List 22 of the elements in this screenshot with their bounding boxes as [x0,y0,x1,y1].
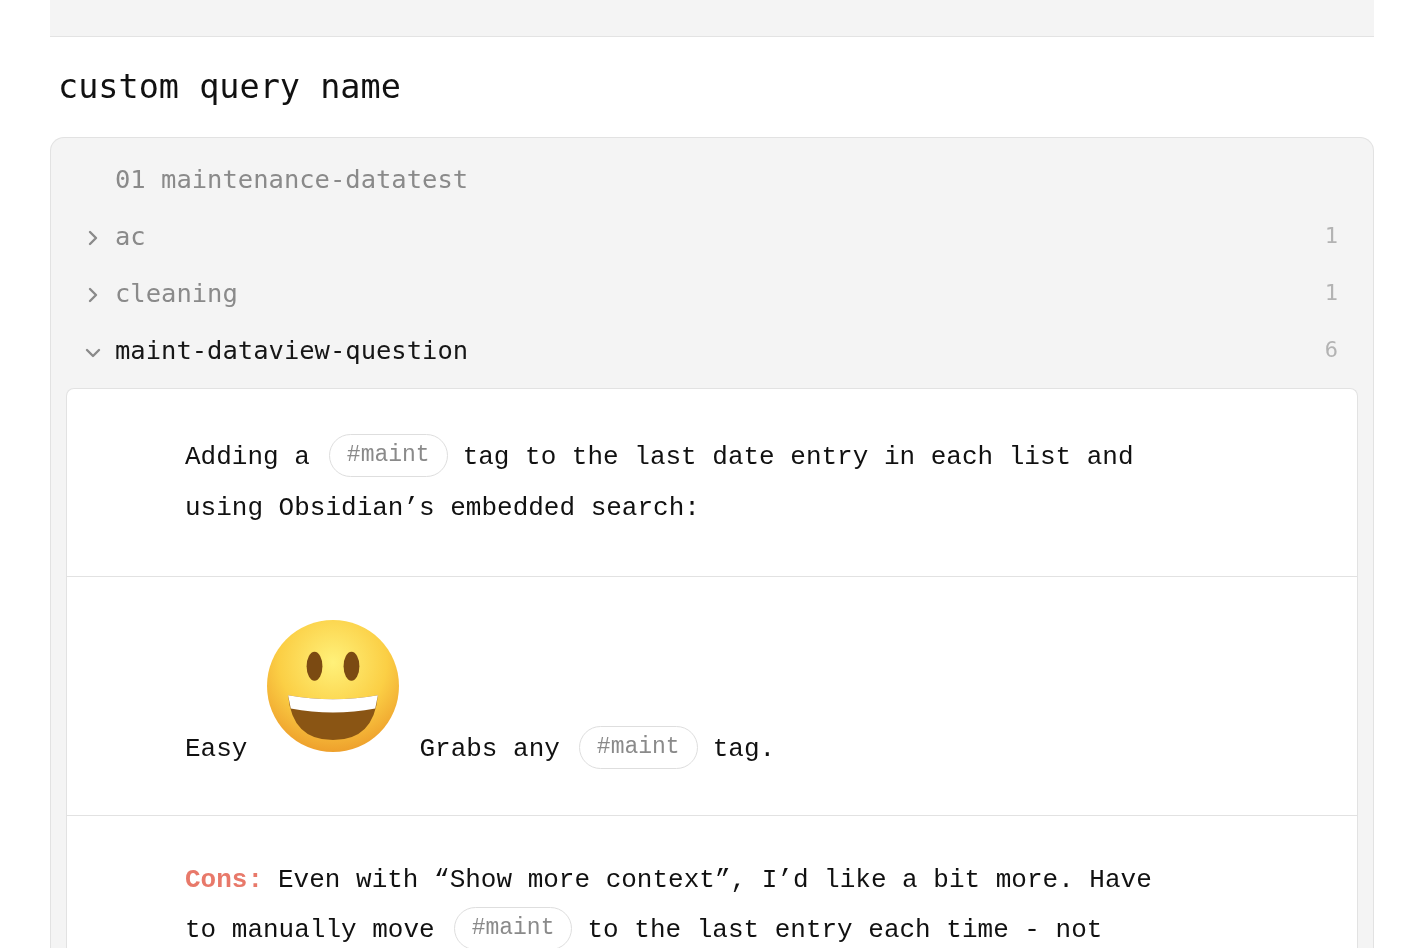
match-text: Even with “Show more context”, I’d like a bit more. Have [278,865,1152,895]
match-count: 1 [1324,223,1338,248]
match-text: to manually move [185,915,435,945]
cons-label: Cons: [185,865,263,895]
match-text: Easy [185,734,248,764]
match-text: tag. [712,734,776,764]
match-text: to the last entry each time - not [587,915,1103,945]
query-title: custom query name [58,66,402,108]
match-text: tag to the last date entry in each list and [462,442,1134,472]
match-count: 1 [1324,280,1338,305]
group-label[interactable]: ac [115,220,146,251]
match-count: 6 [1324,337,1338,362]
chevron-right-icon[interactable] [88,286,98,303]
group-label[interactable]: maint-dataview-question [115,334,469,365]
match-text: Grabs any [419,734,560,764]
grinning-face-icon [267,620,400,752]
match-text: Adding a [185,442,310,472]
chevron-down-icon[interactable] [85,347,101,358]
file-name[interactable]: 01 maintenance-datatest [115,163,469,194]
match-text: using Obsidian’s embedded search: [185,493,700,523]
chevron-right-icon[interactable] [88,229,98,246]
group-label[interactable]: cleaning [115,277,238,308]
